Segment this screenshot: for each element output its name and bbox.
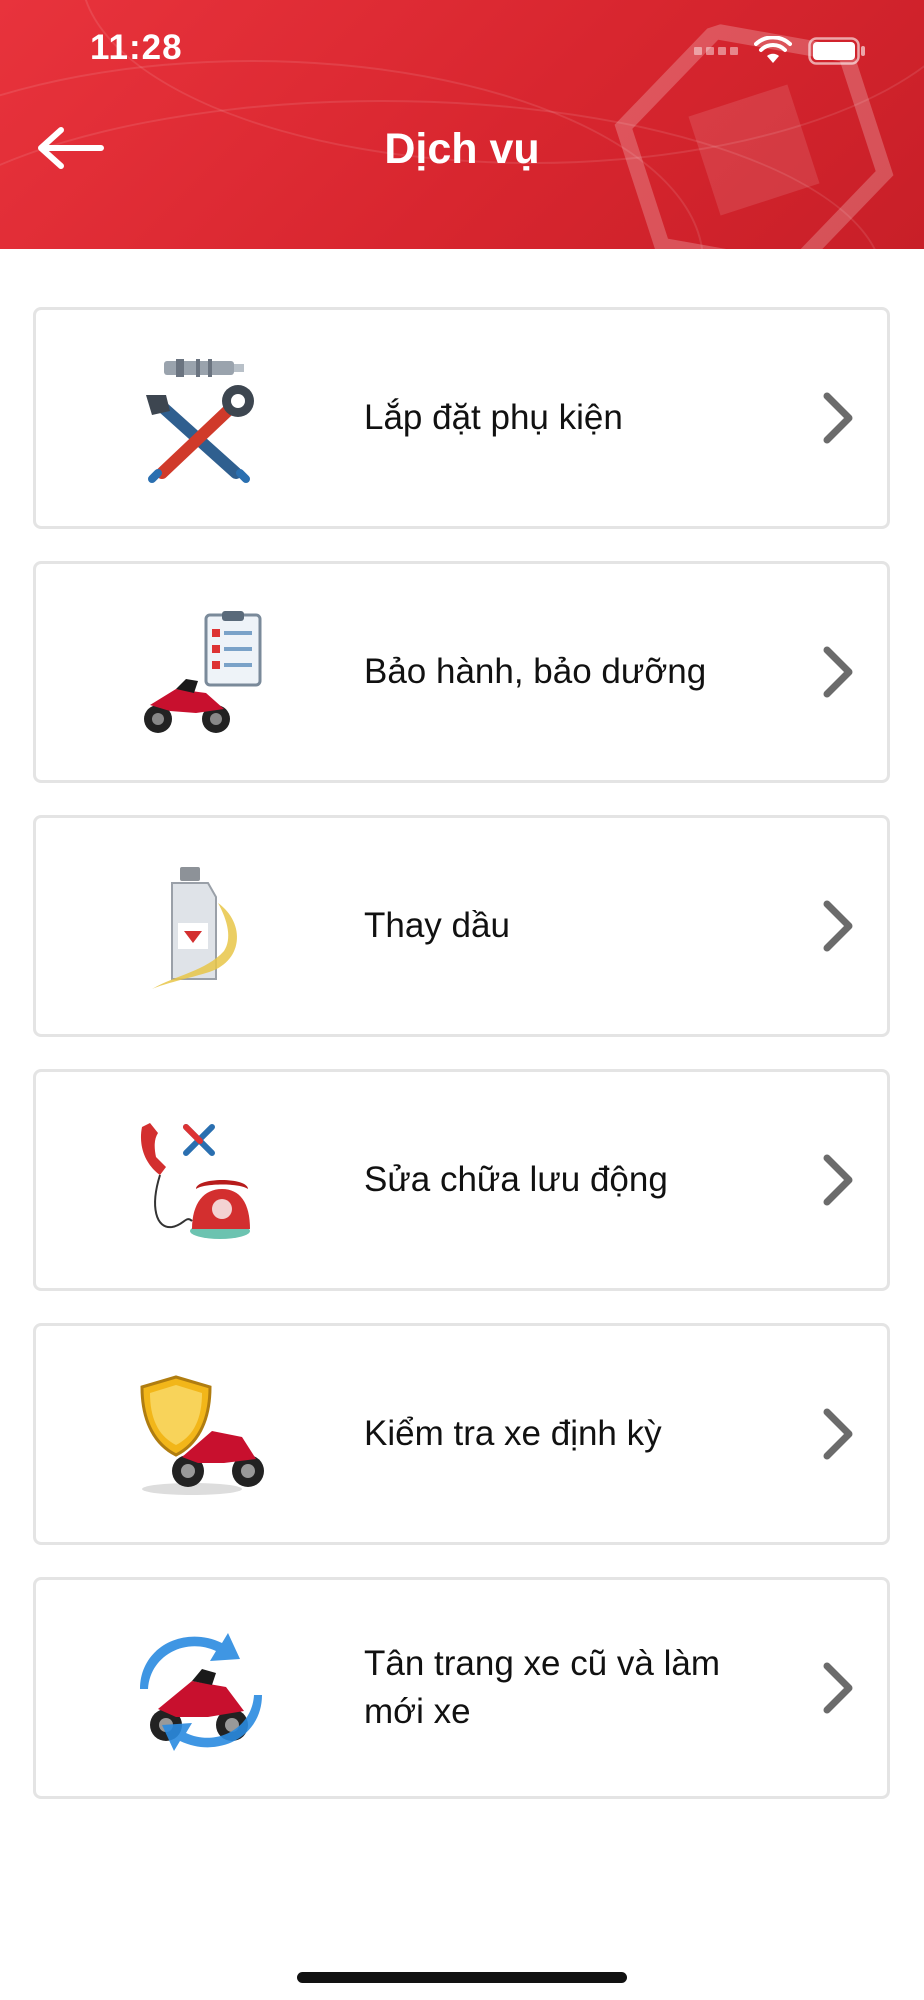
cellular-signal-icon	[694, 47, 738, 55]
tools-icon	[146, 359, 254, 483]
service-item-refurbish[interactable]: Tân trang xe cũ và làm mới xe	[33, 1577, 890, 1799]
service-item-warranty-maintenance[interactable]: Bảo hành, bảo dưỡng	[33, 561, 890, 783]
app-header: 11:28 Dịch vụ	[0, 0, 924, 249]
service-item-periodic-check[interactable]: Kiểm tra xe định kỳ	[33, 1323, 890, 1545]
chevron-right-icon	[823, 646, 853, 698]
chevron-right-icon	[823, 1662, 853, 1714]
shield-motorbike-icon	[140, 1375, 264, 1495]
motorbike-checklist-icon	[144, 611, 262, 733]
chevron-right-icon	[823, 1408, 853, 1460]
wifi-icon	[754, 36, 792, 63]
oil-bottle-icon	[152, 867, 238, 989]
service-label: Sửa chữa lưu động	[364, 1160, 668, 1199]
chevron-right-icon	[823, 900, 853, 952]
service-item-mobile-repair[interactable]: Sửa chữa lưu động	[33, 1069, 890, 1291]
service-list: Lắp đặt phụ kiện Bảo hành, bảo dưỡng Tha…	[33, 307, 890, 1831]
service-label: Bảo hành, bảo dưỡng	[364, 652, 707, 691]
battery-icon	[808, 37, 865, 65]
phone-repair-icon	[140, 1123, 250, 1239]
status-time: 11:28	[90, 28, 183, 67]
service-item-accessory-install[interactable]: Lắp đặt phụ kiện	[33, 307, 890, 529]
status-icons	[694, 36, 866, 66]
home-indicator[interactable]	[297, 1972, 627, 1983]
service-label: Kiểm tra xe định kỳ	[364, 1414, 662, 1453]
chevron-right-icon	[823, 1154, 853, 1206]
page-title: Dịch vụ	[384, 125, 540, 173]
service-item-oil-change[interactable]: Thay dầu	[33, 815, 890, 1037]
service-label: Tân trang xe cũ và làm mới xe	[364, 1644, 720, 1731]
service-label: Lắp đặt phụ kiện	[364, 398, 623, 437]
service-label: Thay dầu	[364, 906, 510, 945]
refresh-motorbike-icon	[140, 1633, 262, 1751]
chevron-right-icon	[823, 392, 853, 444]
